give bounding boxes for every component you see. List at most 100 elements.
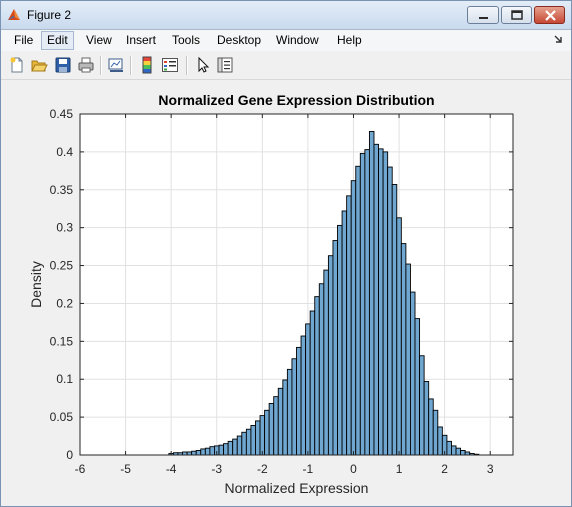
menu-window[interactable]: Window: [271, 31, 324, 50]
open-file-icon[interactable]: [30, 56, 48, 74]
y-tick-label: 0.4: [56, 145, 73, 159]
x-tick-label: -5: [120, 462, 131, 476]
histogram-bar: [218, 444, 225, 456]
figure-canvas: -6 -5 -4 -3 -2 -1 0 1 2 3 0 0.05 0.1 0.15 0.2 0.25 0.3 0.…: [1, 80, 571, 506]
histogram-bar: [259, 415, 266, 456]
histogram-bar: [305, 323, 311, 456]
x-tick-label: -4: [166, 462, 177, 476]
minimize-icon: [479, 17, 488, 19]
maximize-icon: [511, 10, 523, 20]
save-icon[interactable]: [54, 56, 72, 74]
y-axis-label: Density: [28, 261, 44, 308]
x-tick-label: 3: [487, 462, 494, 476]
maximize-button[interactable]: [501, 6, 532, 24]
figure-window: Figure 2 File Edit View Insert Tools Des…: [0, 0, 572, 507]
menu-insert[interactable]: Insert: [121, 31, 161, 50]
histogram-bar: [409, 291, 416, 456]
histogram-bar: [200, 448, 206, 456]
histogram-bar: [245, 428, 252, 456]
menu-desktop[interactable]: Desktop: [212, 31, 266, 50]
histogram-bar: [437, 426, 443, 456]
y-tick-label: 0.35: [50, 183, 74, 197]
menu-tools[interactable]: Tools: [167, 31, 205, 50]
histogram-bar: [387, 166, 393, 456]
histogram-bar: [391, 184, 398, 456]
histogram-bar: [277, 387, 284, 456]
menu-help[interactable]: Help: [332, 31, 367, 50]
histogram-bar: [432, 409, 439, 456]
dock-arrow-icon[interactable]: [552, 33, 564, 45]
histogram-bar: [396, 217, 402, 456]
histogram-bar: [223, 443, 229, 456]
print-icon[interactable]: [77, 56, 95, 74]
histogram-bar: [368, 130, 375, 456]
histogram-bar: [191, 450, 197, 456]
x-tick-label: -6: [75, 462, 86, 476]
histogram-bar: [232, 438, 238, 456]
histogram-bar: [364, 149, 370, 456]
histogram-bar: [327, 255, 334, 456]
close-button[interactable]: [534, 6, 565, 24]
histogram-bar: [359, 152, 366, 456]
chart-title: Normalized Gene Expression Distribution: [158, 92, 434, 108]
y-tick-label: 0: [66, 448, 73, 462]
link-plot-icon[interactable]: [107, 56, 125, 74]
histogram-bar: [227, 440, 234, 456]
insert-legend-icon[interactable]: [161, 56, 179, 74]
x-axis-label: Normalized Expression: [225, 480, 369, 496]
histogram-bar: [268, 403, 275, 456]
histogram-bar: [350, 180, 357, 456]
histogram-bar: [451, 445, 457, 456]
histogram-bar: [337, 224, 343, 456]
histogram-bar: [446, 440, 452, 456]
histogram-bar: [455, 447, 462, 456]
x-tick-label: 2: [441, 462, 448, 476]
histogram-bar: [423, 381, 430, 456]
x-tick-label: 1: [396, 462, 403, 476]
histogram-bar: [273, 396, 279, 456]
histogram-bar: [204, 447, 211, 456]
histogram-bar: [195, 450, 202, 456]
histogram-bar: [209, 446, 215, 456]
histogram-bar: [419, 355, 425, 456]
edit-plot-pointer-icon[interactable]: [194, 56, 212, 74]
property-inspector-icon[interactable]: [216, 56, 234, 74]
y-tick-label: 0.1: [56, 372, 73, 386]
y-tick-label: 0.25: [50, 259, 74, 273]
histogram-bar: [400, 243, 407, 456]
histogram-bar: [264, 409, 270, 456]
histogram-bar: [250, 424, 256, 456]
histogram-bar: [291, 358, 297, 456]
histogram-bar: [323, 269, 329, 456]
histogram-bar: [255, 420, 261, 456]
histogram-bar: [296, 346, 302, 456]
histogram-bar: [382, 151, 389, 456]
y-tick-label: 0.3: [56, 221, 73, 235]
histogram-bar: [405, 263, 411, 456]
histogram-bar: [341, 210, 348, 456]
figure-toolbar: [1, 52, 571, 80]
histogram-bar: [282, 379, 288, 456]
minimize-button[interactable]: [467, 6, 499, 24]
histogram-bar: [373, 143, 379, 456]
toolbar-separator: [130, 56, 132, 75]
menu-edit[interactable]: Edit: [41, 31, 74, 50]
y-tick-label: 0.2: [56, 296, 73, 310]
matlab-logo-icon: [8, 9, 20, 20]
toolbar-separator: [100, 56, 102, 75]
histogram-bar: [460, 450, 466, 456]
histogram-bar: [309, 310, 316, 456]
new-figure-icon[interactable]: [8, 56, 26, 74]
x-tick-label: 0: [350, 462, 357, 476]
histogram-bar: [314, 296, 320, 456]
histogram-bar: [355, 165, 361, 456]
menu-file[interactable]: File: [9, 31, 38, 50]
x-tick-label: -3: [211, 462, 222, 476]
histogram-bar: [318, 283, 325, 456]
y-tick-label: 0.15: [50, 334, 74, 348]
menu-view[interactable]: View: [81, 31, 117, 50]
insert-colorbar-icon[interactable]: [138, 56, 156, 74]
title-bar[interactable]: Figure 2: [1, 1, 571, 30]
y-tick-label: 0.05: [50, 410, 74, 424]
histogram-bar: [346, 195, 352, 456]
